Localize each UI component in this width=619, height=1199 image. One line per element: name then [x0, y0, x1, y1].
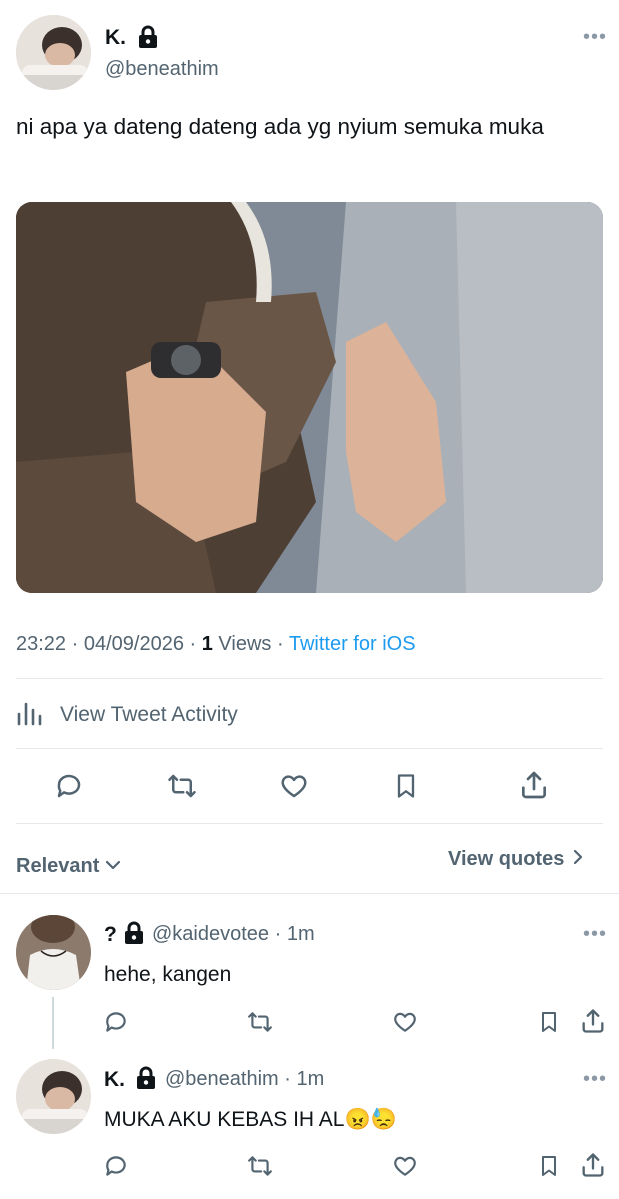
- reply-avatar[interactable]: [16, 915, 91, 990]
- chevron-down-icon: [105, 858, 121, 876]
- reply-text: hehe, kangen: [104, 963, 232, 986]
- thread-line: [52, 997, 54, 1049]
- more-icon[interactable]: •••: [583, 923, 607, 946]
- bar-chart-icon: [16, 700, 50, 731]
- view-activity-row[interactable]: View Tweet Activity: [16, 698, 238, 732]
- lock-icon: [138, 25, 158, 49]
- bookmark-icon[interactable]: [391, 770, 421, 802]
- heart-icon[interactable]: [278, 770, 310, 802]
- reply-time: 1m: [296, 1068, 325, 1090]
- tweet-date: 04/09/2026: [83, 633, 184, 655]
- sort-label: Relevant: [16, 855, 100, 877]
- share-icon[interactable]: [578, 1006, 608, 1036]
- tweet-source[interactable]: Twitter for iOS: [289, 633, 416, 655]
- lock-icon: [136, 1066, 156, 1090]
- retweet-icon[interactable]: [164, 770, 200, 802]
- reply-name[interactable]: K.: [104, 1068, 125, 1092]
- heart-icon[interactable]: [391, 1152, 419, 1180]
- author-name[interactable]: K.: [105, 26, 126, 50]
- tweet-text: ni apa ya dateng dateng ada yg nyium sem…: [16, 114, 544, 139]
- divider: [16, 678, 603, 679]
- bookmark-icon[interactable]: [536, 1152, 562, 1180]
- reply-handle[interactable]: @kaidevotee: [152, 923, 269, 945]
- views-label: Views: [218, 633, 272, 655]
- views-count: 1: [201, 633, 213, 655]
- view-activity-label: View Tweet Activity: [60, 703, 238, 726]
- bookmark-icon[interactable]: [536, 1008, 562, 1036]
- reply-text-line: MUKA AKU KEBAS IH AL😠😓: [104, 1108, 397, 1132]
- view-quotes-link[interactable]: View quotes: [448, 848, 584, 871]
- divider: [16, 748, 603, 749]
- view-quotes-label: View quotes: [448, 848, 565, 870]
- author-handle[interactable]: @beneathim: [105, 58, 219, 81]
- retweet-icon[interactable]: [245, 1152, 275, 1180]
- share-icon[interactable]: [517, 768, 551, 802]
- reply-icon[interactable]: [102, 1152, 130, 1180]
- more-icon[interactable]: •••: [583, 1068, 607, 1091]
- author-avatar[interactable]: [16, 15, 91, 90]
- reply-handle-line: @beneathim · 1m: [165, 1068, 325, 1090]
- reply-handle[interactable]: @beneathim: [165, 1068, 279, 1090]
- reply-name[interactable]: ?: [104, 923, 117, 947]
- sort-dropdown[interactable]: Relevant: [16, 855, 121, 878]
- reply-icon[interactable]: [53, 770, 85, 802]
- emoji: 😠😓: [344, 1108, 397, 1131]
- tweet-time: 23:22: [16, 633, 67, 655]
- reply-time: 1m: [286, 923, 315, 945]
- tweet-meta: 23:22 · 04/09/2026 · 1 Views · Twitter f…: [16, 633, 416, 655]
- share-icon[interactable]: [578, 1150, 608, 1180]
- reply-text: MUKA AKU KEBAS IH AL: [104, 1108, 345, 1131]
- lock-icon: [124, 921, 144, 945]
- reply-avatar[interactable]: [16, 1059, 91, 1134]
- chevron-right-icon: [572, 849, 584, 870]
- heart-icon[interactable]: [391, 1008, 419, 1036]
- reply-icon[interactable]: [102, 1008, 130, 1036]
- more-icon[interactable]: •••: [583, 26, 607, 49]
- tweet-photo[interactable]: [16, 202, 603, 593]
- divider: [0, 893, 619, 894]
- retweet-icon[interactable]: [245, 1008, 275, 1036]
- divider: [16, 823, 603, 824]
- reply-handle-line: @kaidevotee · 1m: [152, 923, 315, 945]
